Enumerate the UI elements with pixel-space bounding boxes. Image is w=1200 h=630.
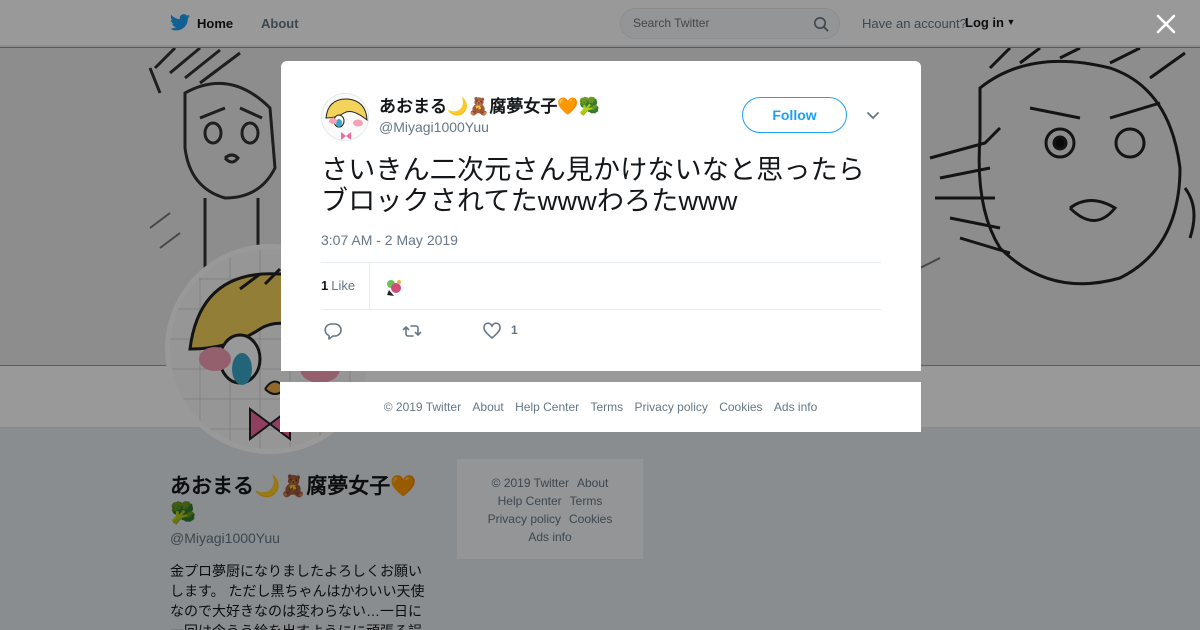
footer-terms-link[interactable]: Terms (590, 400, 623, 414)
chevron-down-icon[interactable] (866, 108, 880, 122)
footer-ads-link[interactable]: Ads info (774, 400, 817, 414)
heart-icon[interactable] (482, 321, 502, 341)
footer-privacy-link[interactable]: Privacy policy (635, 400, 708, 414)
like-stat[interactable]: 1 Like (321, 278, 355, 293)
footer-copyright: © 2019 Twitter (383, 400, 462, 414)
close-icon[interactable] (1155, 13, 1177, 35)
tweet-author-name[interactable]: あおまる🌙🧸腐夢女子🧡🥦 (379, 92, 600, 117)
tweet-modal: あおまる🌙🧸腐夢女子🧡🥦 @Miyagi1000Yuu Follow さいきん二… (281, 61, 921, 371)
liker-avatar-image (383, 276, 405, 298)
tweet-text: さいきん二次元さん見かけないなと思ったらブロックされてたwwwわろたwww (321, 155, 865, 216)
like-stat-label[interactable]: Like (331, 278, 355, 293)
modal-footer: © 2019 Twitter About Help Center Terms P… (280, 382, 921, 432)
retweet-icon[interactable] (402, 321, 422, 341)
tweet-timestamp[interactable]: 3:07 AM - 2 May 2019 (321, 232, 458, 248)
tweet-author-avatar-image (322, 94, 368, 140)
footer-cookies-link[interactable]: Cookies (719, 400, 762, 414)
like-stat-count[interactable]: 1 (321, 278, 328, 293)
tweet-author-avatar[interactable] (321, 93, 369, 141)
like-action-count: 1 (511, 323, 518, 337)
footer-about-link[interactable]: About (472, 400, 503, 414)
follow-button[interactable]: Follow (742, 97, 847, 133)
reply-icon[interactable] (323, 321, 343, 341)
stats-divider (369, 263, 370, 309)
footer-help-link[interactable]: Help Center (515, 400, 579, 414)
tweet-author-handle[interactable]: @Miyagi1000Yuu (379, 119, 489, 135)
liker-avatar[interactable] (383, 276, 405, 298)
tweet-stats: 1 Like (321, 262, 881, 310)
tweet-actions: 1 (321, 319, 881, 343)
